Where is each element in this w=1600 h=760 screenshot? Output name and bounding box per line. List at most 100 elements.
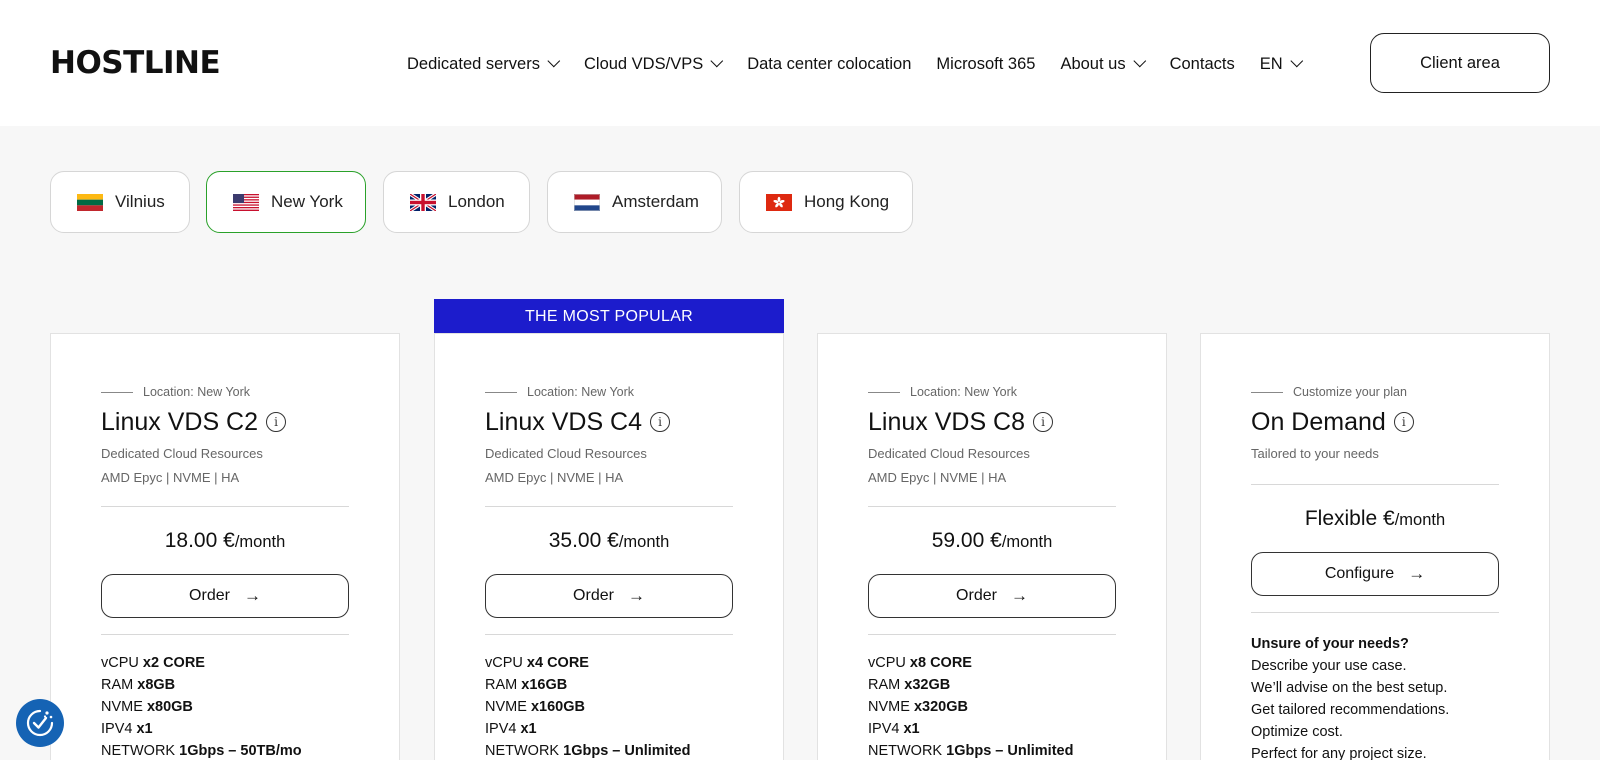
- plan-specs: vCPU x2 CORE RAM x8GB NVME x80GB IPV4 x1…: [101, 652, 302, 760]
- nav-dedicated-servers[interactable]: Dedicated servers: [407, 54, 561, 74]
- configure-button-label: Configure: [1324, 565, 1395, 582]
- spec-value: 1Gbps – Unlimited: [563, 743, 691, 759]
- plan-features: AMD Epyc | NVME | HA: [101, 470, 240, 485]
- plan-eyebrow: Customize your plan: [1251, 385, 1407, 399]
- info-icon[interactable]: i: [1393, 412, 1414, 432]
- spec-value: 1Gbps – 50TB/mo: [179, 743, 302, 759]
- dash-decoration: [485, 391, 517, 393]
- spec-label: RAM: [101, 677, 134, 693]
- location-tab-label: Vilnius: [115, 192, 165, 211]
- on-demand-line: We’ll advise on the best setup.: [1251, 680, 1448, 696]
- language-selector[interactable]: EN: [1259, 54, 1303, 74]
- info-icon[interactable]: i: [650, 412, 671, 432]
- chevron-down-icon: [1290, 54, 1303, 67]
- location-tab-label: New York: [271, 192, 343, 211]
- spec-value: x32GB: [904, 677, 951, 693]
- info-icon[interactable]: i: [1033, 412, 1054, 432]
- dash-decoration: [868, 391, 900, 393]
- plan-price: 18.00 €/month: [101, 529, 349, 553]
- spec-ipv4: IPV4 x1: [485, 718, 690, 740]
- spec-label: vCPU: [101, 655, 139, 671]
- spec-label: NETWORK: [868, 743, 943, 759]
- divider: [485, 506, 733, 507]
- nav-microsoft-365[interactable]: Microsoft 365: [936, 55, 1035, 74]
- nav-label: Dedicated servers: [407, 54, 540, 73]
- nav-about-us[interactable]: About us: [1060, 54, 1146, 74]
- spec-label: IPV4: [485, 721, 517, 737]
- on-demand-line: Perfect for any project size.: [1251, 746, 1427, 760]
- cookie-settings-button[interactable]: [16, 699, 64, 747]
- nav-data-center-colocation[interactable]: Data center colocation: [747, 55, 911, 74]
- location-tab-vilnius[interactable]: Vilnius: [50, 171, 190, 233]
- on-demand-line: Get tailored recommendations.: [1251, 702, 1450, 718]
- nav-contacts[interactable]: Contacts: [1170, 55, 1235, 74]
- plan-location-text: Location: New York: [143, 385, 251, 399]
- plan-price: 35.00 €/month: [485, 529, 733, 553]
- order-button[interactable]: Order →: [485, 574, 733, 618]
- spec-value: x320GB: [913, 699, 968, 715]
- divider: [1251, 484, 1499, 485]
- spec-vcpu: vCPU x8 CORE: [868, 652, 1073, 674]
- plan-title: Linux VDS C2 i: [101, 406, 287, 438]
- nav-label: Cloud VDS/VPS: [583, 54, 704, 73]
- plan-subtitle: Dedicated Cloud Resources: [101, 446, 263, 461]
- spec-label: NVME: [101, 699, 143, 715]
- spec-nvme: NVME x80GB: [101, 696, 302, 718]
- spec-value: x2 CORE: [142, 655, 205, 671]
- plan-title: Linux VDS C4 i: [485, 406, 671, 438]
- plan-location: Location: New York: [101, 385, 250, 399]
- nav-label: Microsoft 365: [936, 54, 1036, 73]
- arrow-right-icon: →: [1408, 564, 1426, 583]
- location-tab-label: Hong Kong: [804, 192, 890, 211]
- location-tab-london[interactable]: London: [383, 171, 530, 233]
- plan-title: On Demand i: [1251, 406, 1414, 438]
- price-period: /month: [234, 533, 286, 551]
- order-button[interactable]: Order →: [868, 574, 1116, 618]
- order-button-label: Order: [573, 587, 614, 604]
- price-period: /month: [1001, 533, 1053, 551]
- plan-subtitle: Dedicated Cloud Resources: [868, 446, 1030, 461]
- spec-label: vCPU: [868, 655, 906, 671]
- spec-value: 1Gbps – Unlimited: [946, 743, 1074, 759]
- spec-value: x1: [903, 721, 920, 737]
- plan-card-on-demand: Customize your plan On Demand i Tailored …: [1200, 333, 1550, 760]
- order-button-label: Order: [956, 587, 997, 604]
- divider: [1251, 612, 1499, 613]
- plan-features: AMD Epyc | NVME | HA: [868, 470, 1007, 485]
- plan-location: Location: New York: [868, 385, 1017, 399]
- arrow-right-icon: →: [627, 586, 645, 605]
- location-tab-hong-kong[interactable]: Hong Kong: [739, 171, 913, 233]
- price-amount: 59.00 €: [931, 529, 1002, 552]
- price-period: /month: [618, 533, 670, 551]
- plan-price: 59.00 €/month: [868, 529, 1116, 553]
- plan-eyebrow-text: Customize your plan: [1293, 385, 1407, 399]
- uk-flag-icon: [410, 193, 436, 211]
- spec-label: IPV4: [868, 721, 900, 737]
- dash-decoration: [1251, 391, 1283, 393]
- divider: [101, 634, 349, 635]
- info-icon[interactable]: i: [266, 412, 287, 432]
- hostline-logo[interactable]: HOSTLINE: [50, 44, 221, 82]
- divider: [868, 506, 1116, 507]
- order-button[interactable]: Order →: [101, 574, 349, 618]
- price-period: /month: [1394, 511, 1446, 529]
- site-header: HOSTLINE Dedicated servers Cloud VDS/VPS…: [0, 0, 1600, 126]
- nav-label: Data center colocation: [747, 54, 912, 73]
- order-button-label: Order: [189, 587, 230, 604]
- client-area-button[interactable]: Client area: [1370, 33, 1550, 93]
- location-tab-amsterdam[interactable]: Amsterdam: [547, 171, 722, 233]
- price-amount: 18.00 €: [164, 529, 235, 552]
- language-label: EN: [1259, 54, 1283, 73]
- spec-label: NVME: [868, 699, 910, 715]
- location-tab-new-york[interactable]: New York: [206, 171, 366, 233]
- spec-label: vCPU: [485, 655, 523, 671]
- nav-cloud-vds-vps[interactable]: Cloud VDS/VPS: [583, 54, 724, 74]
- configure-button[interactable]: Configure →: [1251, 552, 1499, 596]
- spec-value: x160GB: [530, 699, 585, 715]
- divider: [868, 634, 1116, 635]
- spec-ram: RAM x16GB: [485, 674, 690, 696]
- netherlands-flag-icon: [574, 193, 600, 211]
- price-amount: Flexible €: [1304, 507, 1395, 530]
- plan-location: Location: New York: [485, 385, 634, 399]
- spec-label: NETWORK: [101, 743, 176, 759]
